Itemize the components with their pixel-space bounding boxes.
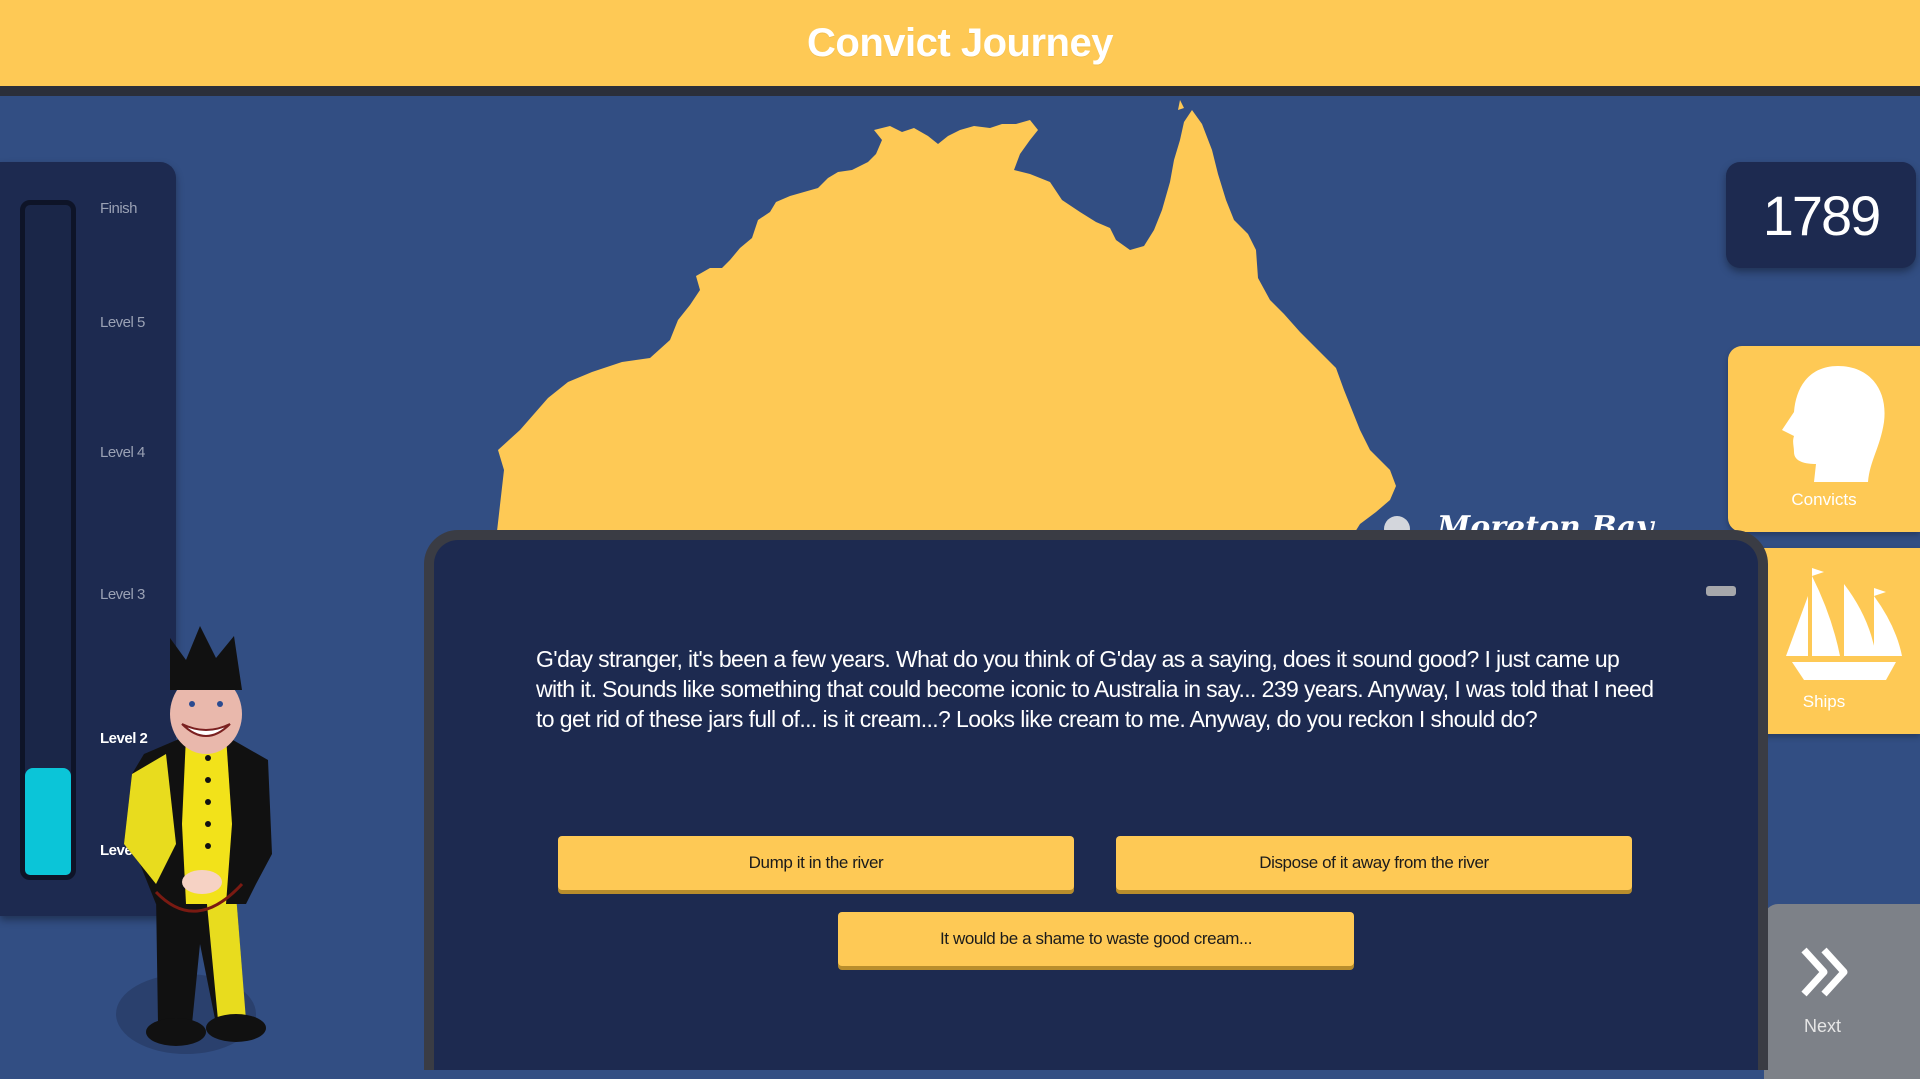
level-label-3: Level 3 xyxy=(100,586,145,603)
level-label-5: Level 5 xyxy=(100,314,145,331)
year-display: 1789 xyxy=(1726,162,1916,268)
level-label-finish: Finish xyxy=(100,200,138,217)
dialog-text: G'day stranger, it's been a few years. W… xyxy=(536,646,1654,732)
double-chevron-right-icon xyxy=(1801,947,1848,997)
minimize-button[interactable] xyxy=(1706,586,1736,596)
convict-character xyxy=(116,626,272,1054)
progress-track xyxy=(20,200,76,880)
choice-button-1[interactable]: Dump it in the river xyxy=(558,836,1074,890)
sailing-ship-icon xyxy=(1786,568,1902,680)
convicts-label: Convicts xyxy=(1791,490,1857,509)
progress-fill xyxy=(25,767,71,875)
header-bar: Convict Journey xyxy=(0,0,1920,96)
head-silhouette-icon xyxy=(1782,366,1885,482)
next-label: Next xyxy=(1804,1016,1842,1036)
next-button[interactable]: Next xyxy=(1764,904,1920,1079)
choice-button-2[interactable]: Dispose of it away from the river xyxy=(1116,836,1632,890)
dialog-panel: G'day stranger, it's been a few years. W… xyxy=(424,530,1768,1070)
choice-button-3[interactable]: It would be a shame to waste good cream.… xyxy=(838,912,1354,966)
convicts-button[interactable]: Convicts xyxy=(1728,346,1920,532)
page-title: Convict Journey xyxy=(807,20,1113,65)
australia-map xyxy=(496,100,1396,540)
level-label-4: Level 4 xyxy=(100,444,145,461)
